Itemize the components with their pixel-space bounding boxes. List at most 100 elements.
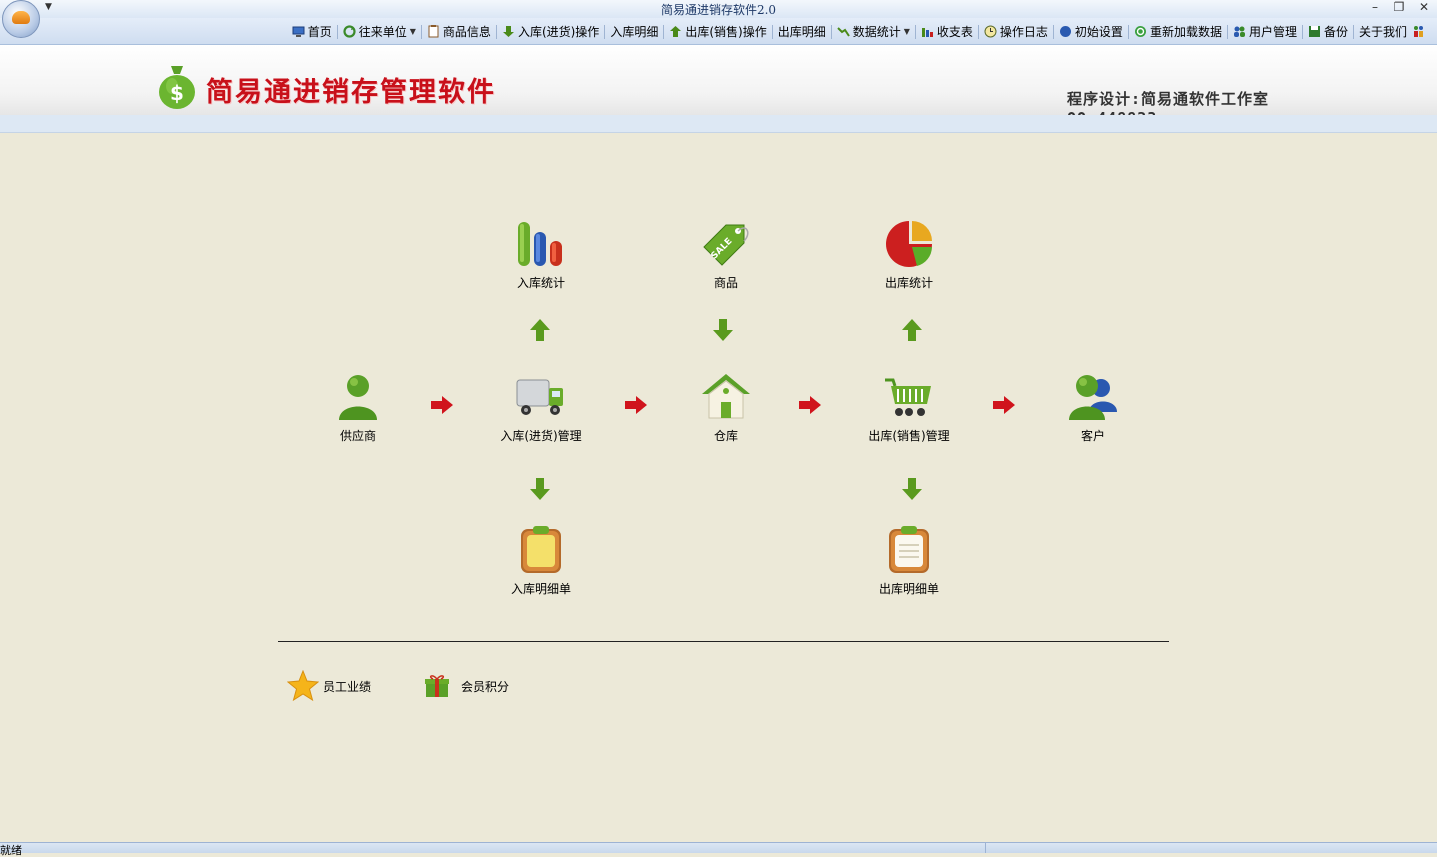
node-label: 入库明细单	[510, 582, 571, 596]
clipboard-icon	[521, 526, 561, 573]
minimize-button[interactable]: –	[1366, 0, 1384, 14]
member-points-link[interactable]: 会员积分	[424, 673, 509, 699]
node-supplier[interactable]: 供应商	[288, 372, 428, 444]
menu-separator	[1352, 24, 1354, 39]
arrow-down-icon	[530, 478, 550, 500]
menu-separator	[495, 24, 497, 39]
menu-backup[interactable]: 备份	[1305, 23, 1351, 40]
app-menu-button[interactable]	[2, 0, 40, 38]
blue-dot-icon	[1059, 26, 1071, 37]
users-icon	[1233, 26, 1245, 37]
menu-users[interactable]: 用户管理	[1230, 23, 1300, 40]
gift-icon	[425, 675, 449, 697]
menu-stock-out-detail[interactable]: 出库明细	[775, 23, 829, 40]
node-label: 出库(销售)管理	[868, 429, 950, 443]
menu-label: 出库(销售)操作	[685, 25, 767, 39]
document-icon	[428, 25, 439, 38]
menu-init[interactable]: 初始设置	[1056, 23, 1126, 40]
star-icon	[287, 670, 319, 702]
menu-label: 收支表	[936, 25, 973, 39]
truck-icon	[516, 379, 563, 415]
menu-label: 数据统计	[852, 25, 901, 39]
arrow-right-icon	[799, 396, 821, 414]
clipboard-list-icon	[889, 526, 929, 573]
menu-label: 重新加载数据	[1149, 25, 1222, 39]
menu-stock-in-detail[interactable]: 入库明细	[607, 23, 661, 40]
people-icon	[1414, 26, 1423, 37]
recycle-icon	[343, 25, 356, 38]
menu-separator	[771, 24, 773, 39]
menu-income[interactable]: 收支表	[918, 23, 976, 40]
chart-icon	[837, 27, 850, 37]
node-goods[interactable]: SALE 商品	[656, 219, 796, 291]
menu-label: 出库明细	[777, 25, 826, 39]
node-customer[interactable]: 客户	[1023, 372, 1163, 444]
node-label: 入库统计	[516, 276, 565, 290]
menu-separator	[604, 24, 606, 39]
chevron-down-icon: ▼	[409, 27, 416, 36]
banner-strip	[0, 115, 1437, 133]
arrow-down-icon	[713, 319, 733, 341]
status-bar: 就绪	[0, 842, 1437, 856]
restore-button[interactable]: ❐	[1390, 0, 1408, 14]
house-icon	[702, 374, 750, 419]
menu-separator	[336, 24, 338, 39]
bar-chart-icon	[921, 28, 933, 37]
pie-chart-icon	[886, 221, 932, 267]
node-stock-out-stats[interactable]: 出库统计	[839, 219, 979, 291]
refresh-icon	[1134, 26, 1146, 37]
money-bag-icon: $	[159, 66, 195, 109]
arrow-down-icon	[502, 26, 514, 37]
node-label: 出库统计	[884, 276, 933, 290]
menu-goods[interactable]: 商品信息	[424, 23, 494, 40]
window-title: 简易通进销存软件2.0	[660, 3, 777, 17]
node-stock-in-stats[interactable]: 入库统计	[471, 219, 611, 291]
menu-label: 首页	[307, 25, 332, 39]
handshake-icon	[12, 11, 30, 24]
node-stock-in-manage[interactable]: 入库(进货)管理	[471, 372, 611, 444]
menu-stats[interactable]: 数据统计 ▼	[834, 23, 913, 40]
customers-icon	[1069, 375, 1117, 420]
menu-separator	[977, 24, 979, 39]
arrow-up-icon	[902, 319, 922, 341]
menu-label: 初始设置	[1074, 25, 1123, 39]
menu-about[interactable]: 关于我们	[1356, 23, 1431, 40]
node-label: 商品	[713, 276, 738, 290]
menu-label: 商品信息	[442, 25, 491, 39]
svg-text:$: $	[170, 81, 184, 105]
close-button[interactable]: ✕	[1415, 0, 1433, 14]
monitor-icon	[292, 26, 305, 37]
node-stock-in-list[interactable]: 入库明细单	[471, 525, 611, 597]
staff-performance-link[interactable]: 员工业绩	[287, 670, 371, 702]
menu-separator	[830, 24, 832, 39]
menu-partners[interactable]: 往来单位 ▼	[340, 23, 419, 40]
section-divider	[278, 641, 1169, 642]
node-stock-out-list[interactable]: 出库明细单	[839, 525, 979, 597]
arrow-right-icon	[625, 396, 647, 414]
arrow-up-icon	[670, 26, 682, 37]
menu-stock-in[interactable]: 入库(进货)操作	[499, 23, 602, 40]
menu-stock-out[interactable]: 出库(销售)操作	[666, 23, 769, 40]
node-stock-out-manage[interactable]: 出库(销售)管理	[839, 372, 979, 444]
node-warehouse[interactable]: 仓库	[656, 372, 796, 444]
arrow-right-icon	[431, 396, 453, 414]
menu-label: 入库(进货)操作	[517, 25, 600, 39]
node-label: 供应商	[339, 429, 376, 443]
chevron-down-icon: ▼	[903, 27, 910, 36]
menu-log[interactable]: 操作日志	[981, 23, 1051, 40]
menu-separator	[914, 24, 916, 39]
menu-label: 往来单位	[358, 25, 407, 39]
bar-chart-icon	[518, 222, 562, 266]
node-label: 仓库	[713, 429, 738, 443]
arrow-right-icon	[993, 396, 1015, 414]
menu-separator	[1052, 24, 1054, 39]
cart-icon	[885, 378, 931, 416]
link-label: 会员积分	[461, 679, 510, 694]
clock-icon	[984, 25, 997, 38]
menu-home[interactable]: 首页	[289, 23, 335, 40]
menu-items: 首页 往来单位 ▼ 商品信息 入库(进货)操作 入库明细 出库(销售)操作 出库明…	[289, 23, 1431, 40]
menu-separator	[663, 24, 665, 39]
node-label: 客户	[1080, 429, 1105, 443]
menu-reload[interactable]: 重新加载数据	[1131, 23, 1225, 40]
save-icon	[1308, 26, 1320, 37]
